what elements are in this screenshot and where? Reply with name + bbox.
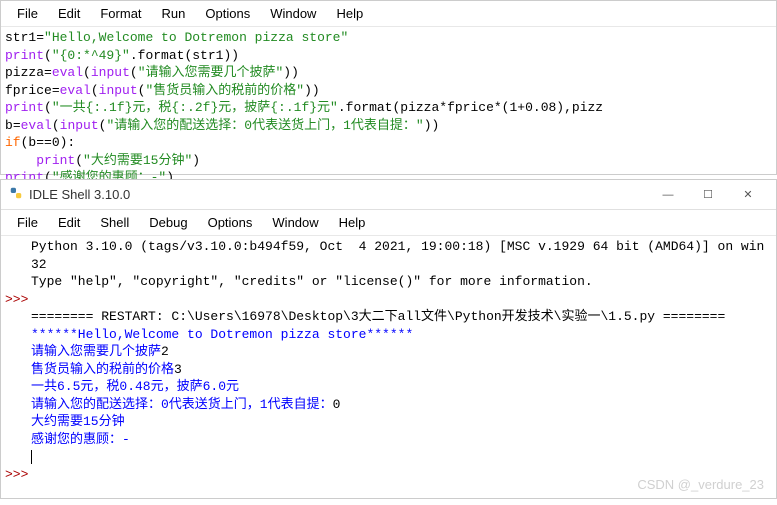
out-prompt3: 请输入您的配送选择：0代表送货上门，1代表自提： bbox=[31, 397, 333, 412]
shell-body[interactable]: >>> >>> Python 3.10.0 (tags/v3.10.0:b494… bbox=[1, 236, 776, 485]
shell-output: Python 3.10.0 (tags/v3.10.0:b494f59, Oct… bbox=[31, 238, 772, 483]
shell-menubar: File Edit Shell Debug Options Window Hel… bbox=[1, 210, 776, 236]
restart-line: ======== RESTART: C:\Users\16978\Desktop… bbox=[31, 309, 725, 324]
python-banner2: Type "help", "copyright", "credits" or "… bbox=[31, 274, 593, 289]
menu-options[interactable]: Options bbox=[198, 212, 263, 233]
minimize-button[interactable]: — bbox=[648, 189, 688, 201]
menu-file[interactable]: File bbox=[7, 212, 48, 233]
python-banner: Python 3.10.0 (tags/v3.10.0:b494f59, Oct… bbox=[31, 239, 764, 272]
out-time: 大约需要15分钟 bbox=[31, 414, 125, 429]
prompt-gutter: >>> >>> bbox=[5, 238, 31, 483]
code-editor[interactable]: str1="Hello,Welcome to Dotremon pizza st… bbox=[1, 27, 776, 189]
menu-window[interactable]: Window bbox=[262, 212, 328, 233]
shell-window: IDLE Shell 3.10.0 — ☐ ✕ File Edit Shell … bbox=[0, 179, 777, 499]
menu-edit[interactable]: Edit bbox=[48, 3, 90, 24]
prompt: >>> bbox=[5, 291, 31, 309]
menu-run[interactable]: Run bbox=[152, 3, 196, 24]
out-prompt1: 请输入您需要几个披萨 bbox=[31, 344, 161, 359]
shell-titlebar[interactable]: IDLE Shell 3.10.0 — ☐ ✕ bbox=[1, 180, 776, 210]
menu-file[interactable]: File bbox=[7, 3, 48, 24]
out-welcome: ******Hello,Welcome to Dotremon pizza st… bbox=[31, 327, 413, 342]
in-2: 3 bbox=[174, 362, 182, 377]
editor-menubar: File Edit Format Run Options Window Help bbox=[1, 1, 776, 27]
menu-edit[interactable]: Edit bbox=[48, 212, 90, 233]
python-icon bbox=[9, 186, 23, 203]
out-thanks: 感谢您的惠顾：- bbox=[31, 432, 130, 447]
menu-window[interactable]: Window bbox=[260, 3, 326, 24]
shell-title: IDLE Shell 3.10.0 bbox=[29, 187, 648, 202]
out-prompt2: 售货员输入的税前的价格 bbox=[31, 362, 174, 377]
menu-options[interactable]: Options bbox=[195, 3, 260, 24]
cursor bbox=[31, 450, 32, 464]
menu-shell[interactable]: Shell bbox=[90, 212, 139, 233]
close-button[interactable]: ✕ bbox=[728, 188, 768, 201]
menu-debug[interactable]: Debug bbox=[139, 212, 197, 233]
out-total: 一共6.5元，税0.48元，披萨6.0元 bbox=[31, 379, 239, 394]
in-3: 0 bbox=[333, 397, 341, 412]
maximize-button[interactable]: ☐ bbox=[688, 188, 728, 201]
menu-format[interactable]: Format bbox=[90, 3, 151, 24]
editor-window: File Edit Format Run Options Window Help… bbox=[0, 0, 777, 175]
in-1: 2 bbox=[161, 344, 169, 359]
menu-help[interactable]: Help bbox=[329, 212, 376, 233]
menu-help[interactable]: Help bbox=[326, 3, 373, 24]
prompt: >>> bbox=[5, 466, 31, 484]
